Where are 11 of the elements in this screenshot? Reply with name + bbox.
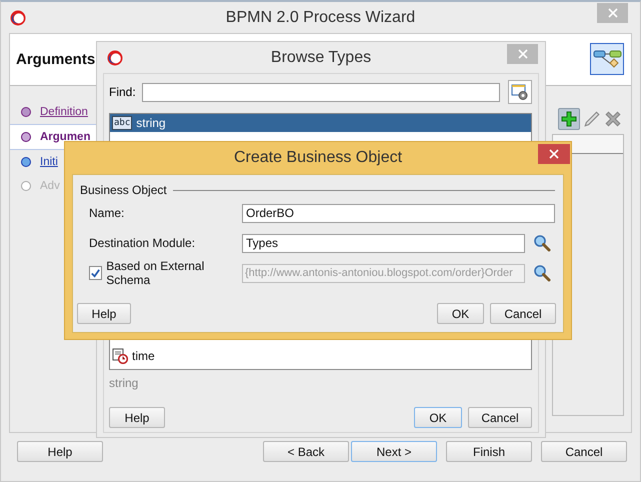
field-label: Name:	[88, 206, 126, 220]
find-label: Find:	[109, 85, 136, 99]
page-title: Arguments	[16, 51, 96, 68]
section-title: Business Object	[80, 183, 167, 197]
checkbox-label: Based on External Schema	[106, 259, 206, 287]
type-icon: abc	[112, 116, 132, 130]
selected-type-label: string	[109, 376, 140, 390]
dialog-title: Browse Types	[270, 48, 372, 66]
dialog-title: Create Business Object	[234, 149, 402, 167]
window-title: BPMN 2.0 Process Wizard	[226, 8, 416, 26]
field-label: Destination Module:	[88, 236, 196, 250]
